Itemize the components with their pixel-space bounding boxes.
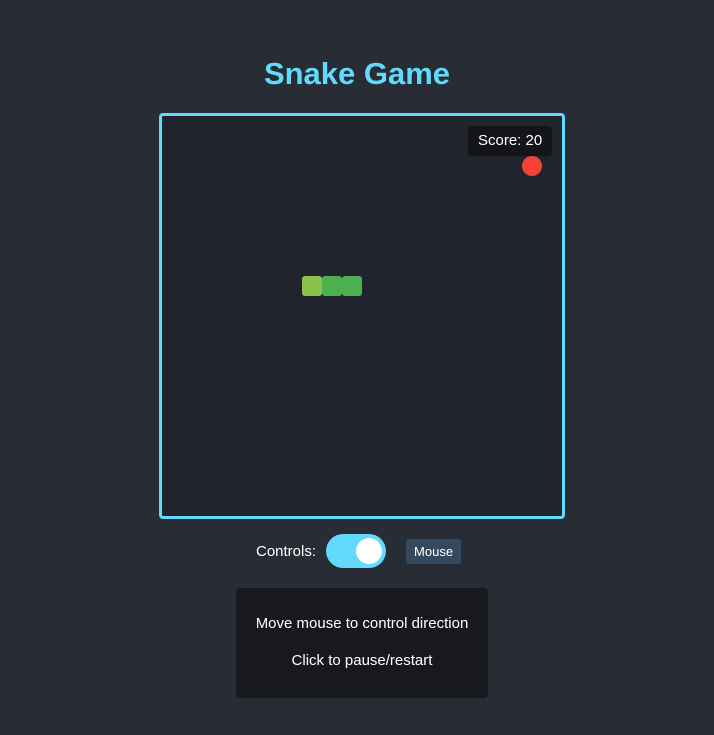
- snake-head: [302, 276, 322, 296]
- control-mode-badge: Mouse: [406, 538, 462, 564]
- instruction-pause: Click to pause/restart: [291, 652, 433, 669]
- snake-segment: [342, 276, 362, 296]
- controls-row: Controls: Mouse: [256, 534, 462, 568]
- food-item: [522, 156, 542, 176]
- score-display: Score: 20: [468, 126, 553, 156]
- page-title: Snake Game: [263, 56, 451, 91]
- toggle-knob: [356, 538, 383, 564]
- game-board[interactable]: Score: 20: [159, 113, 565, 519]
- controls-label: Controls:: [256, 542, 317, 560]
- snake-segment: [322, 276, 342, 296]
- instruction-direction: Move mouse to control direction: [255, 615, 469, 632]
- controls-toggle[interactable]: [326, 534, 387, 568]
- instructions-panel: Move mouse to control direction Click to…: [236, 588, 488, 698]
